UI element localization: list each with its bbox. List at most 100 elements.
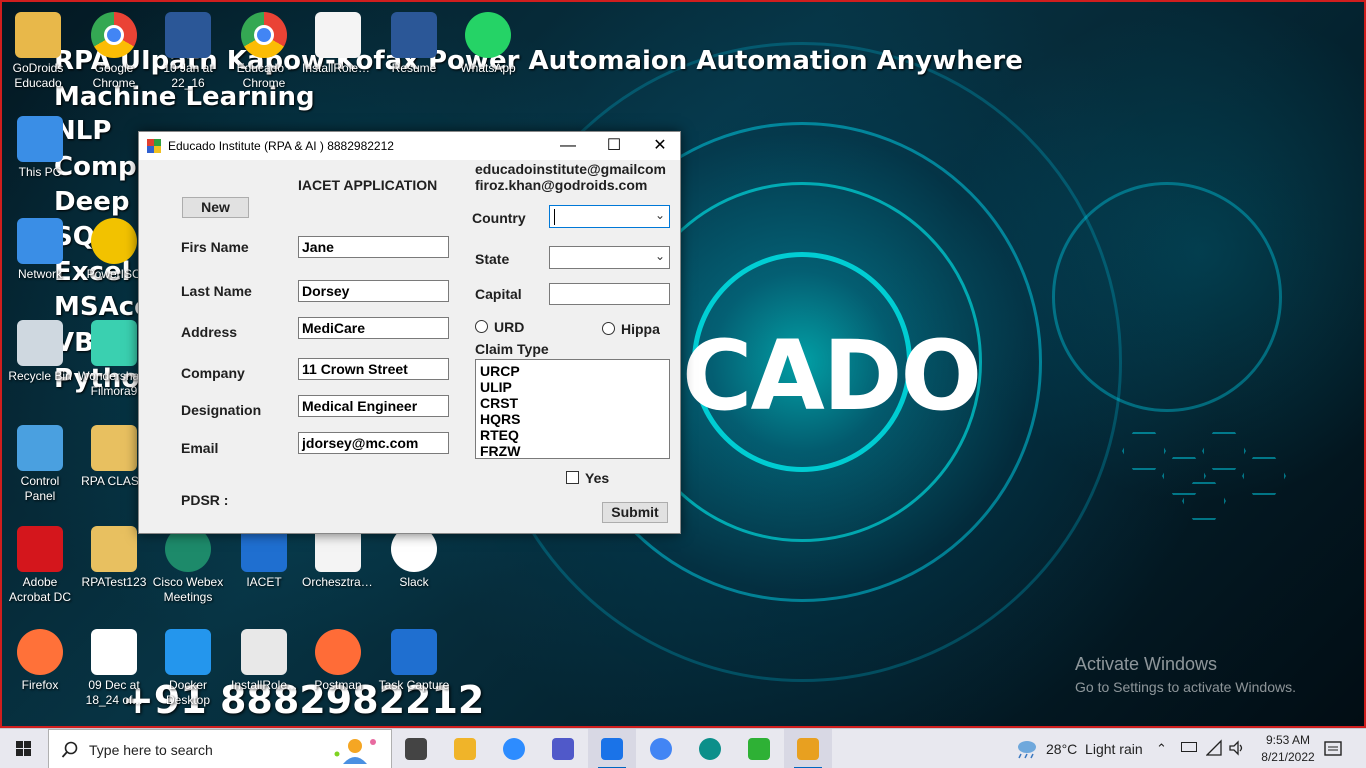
- pdsr-label: PDSR :: [181, 492, 229, 508]
- minimize-button[interactable]: —: [545, 132, 591, 160]
- desktop-icon[interactable]: Adobe Acrobat DC: [4, 526, 76, 605]
- desktop-icon-label: Docker Desktop: [165, 678, 211, 707]
- teams-icon: [552, 738, 574, 760]
- desktop-icon[interactable]: Educado - Chrome: [228, 12, 300, 91]
- form-heading: IACET APPLICATION: [298, 177, 438, 193]
- last-name-label: Last Name: [181, 283, 252, 299]
- clock-time: 9:53 AM: [1265, 733, 1311, 747]
- chrome-icon: [241, 12, 287, 58]
- desktop-icon[interactable]: Cisco Webex Meetings: [152, 526, 224, 605]
- desktop-icon[interactable]: InstallRoles...: [302, 12, 374, 76]
- desktop-icon[interactable]: Google Chrome: [78, 12, 150, 91]
- decor-hex: [1242, 457, 1286, 495]
- desktop-icon[interactable]: Task Capture: [378, 629, 450, 693]
- desktop-icon[interactable]: Slack: [378, 526, 450, 590]
- list-item[interactable]: RTEQ: [480, 427, 665, 443]
- taskbar-app-button[interactable]: [735, 729, 783, 768]
- window-titlebar[interactable]: Educado Institute (RPA & AI ) 8882982212…: [139, 132, 680, 160]
- desktop-icon-label: Resume: [391, 61, 437, 75]
- submit-button[interactable]: Submit: [602, 502, 668, 523]
- list-item[interactable]: ULIP: [480, 379, 665, 395]
- desktop-icon[interactable]: IACET: [228, 526, 300, 590]
- yes-checkbox[interactable]: [566, 471, 579, 484]
- capital-field[interactable]: [549, 283, 670, 305]
- desktop-icon-label: WhatsApp: [460, 61, 516, 75]
- volume-icon[interactable]: [1228, 739, 1246, 757]
- country-dropdown[interactable]: ⌄: [549, 205, 670, 228]
- desktop-icon-label: This PC: [18, 165, 62, 179]
- notifications-icon[interactable]: [1324, 740, 1342, 758]
- wifi-icon[interactable]: [1206, 739, 1222, 757]
- taskbar-app-button[interactable]: [637, 729, 685, 768]
- taskbar-app-button[interactable]: [588, 729, 636, 768]
- taskbar: Type here to search 28°C Light rain ⌃ 9:…: [0, 728, 1366, 768]
- country-label: Country: [472, 210, 526, 226]
- taskbar-app-button[interactable]: [392, 729, 440, 768]
- taskbar-app-button[interactable]: [490, 729, 538, 768]
- battery-icon[interactable]: [1181, 742, 1197, 752]
- desktop-icon[interactable]: Control Panel: [4, 425, 76, 504]
- recycle-bin-icon: [17, 320, 63, 366]
- designation-label: Designation: [181, 402, 262, 418]
- address-label: Address: [181, 324, 238, 340]
- desktop-icon[interactable]: This PC: [4, 116, 76, 180]
- taskbar-app-button[interactable]: [441, 729, 489, 768]
- app-window-icon: [147, 139, 161, 153]
- desktop-icon[interactable]: Network: [4, 218, 76, 282]
- taskbar-app-button[interactable]: [784, 729, 832, 768]
- activate-windows-notice: Activate Windows Go to Settings to activ…: [1075, 654, 1296, 695]
- desktop-icon[interactable]: RPATest123: [78, 526, 150, 590]
- desktop-icon-label: Cisco Webex Meetings: [152, 575, 224, 604]
- desktop-icon[interactable]: Orchesztrat...: [302, 526, 374, 590]
- address-field[interactable]: MediCare: [298, 317, 449, 339]
- desktop-icon[interactable]: Firefox: [4, 629, 76, 693]
- claim-type-listbox[interactable]: URCP ULIP CRST HQRS RTEQ FRZW: [475, 359, 670, 459]
- chevron-down-icon: ⌄: [654, 208, 665, 222]
- urd-label: URD: [494, 319, 525, 335]
- desktop-icon-label: IACET: [246, 575, 282, 589]
- new-button[interactable]: New: [182, 197, 249, 218]
- desktop-icon-label: InstallRole...: [230, 678, 298, 692]
- claim-type-label: Claim Type: [475, 341, 549, 357]
- taskbar-search[interactable]: Type here to search: [48, 729, 392, 768]
- form-app-icon: [797, 738, 819, 760]
- chevron-down-icon: ⌄: [654, 249, 665, 263]
- list-item[interactable]: HQRS: [480, 411, 665, 427]
- close-button[interactable]: ✕: [637, 132, 683, 160]
- maximize-button[interactable]: ☐: [591, 132, 637, 160]
- window-title: Educado Institute (RPA & AI ) 8882982212: [168, 139, 394, 153]
- desktop-icon[interactable]: Recycle Bin: [4, 320, 76, 384]
- hippa-label: Hippa: [621, 321, 660, 337]
- list-item[interactable]: FRZW: [480, 443, 665, 459]
- company-field[interactable]: 11 Crown Street: [298, 358, 449, 380]
- desktop-icon[interactable]: GoDroids Educado: [2, 12, 74, 91]
- designation-field[interactable]: Medical Engineer: [298, 395, 449, 417]
- filmora-icon: [91, 320, 137, 366]
- desktop-icon[interactable]: Resume: [378, 12, 450, 76]
- desktop-icon[interactable]: InstallRole...: [228, 629, 300, 693]
- email-field[interactable]: jdorsey@mc.com: [298, 432, 449, 454]
- desktop-icon-label: 10 Jan at 22_16: [163, 61, 213, 90]
- show-hidden-icons-button[interactable]: ⌃: [1156, 741, 1167, 757]
- taskbar-app-button[interactable]: [686, 729, 734, 768]
- clock-date: 8/21/2022: [1261, 750, 1315, 764]
- word-doc-icon: [391, 12, 437, 58]
- desktop-icon[interactable]: WhatsApp: [452, 12, 524, 76]
- hippa-radio[interactable]: [602, 322, 615, 335]
- list-item[interactable]: CRST: [480, 395, 665, 411]
- desktop-icon-label: Adobe Acrobat DC: [8, 575, 72, 604]
- system-clock[interactable]: 9:53 AM 8/21/2022: [1256, 732, 1320, 766]
- last-name-field[interactable]: Dorsey: [298, 280, 449, 302]
- desktop-icon[interactable]: Docker Desktop: [152, 629, 224, 708]
- list-item[interactable]: URCP: [480, 363, 665, 379]
- whatsapp-icon: [465, 12, 511, 58]
- start-button[interactable]: [0, 729, 48, 768]
- desktop-icon[interactable]: Postman: [302, 629, 374, 693]
- first-name-field[interactable]: Jane: [298, 236, 449, 258]
- desktop-icon[interactable]: 10 Jan at 22_16: [152, 12, 224, 91]
- taskbar-app-button[interactable]: [539, 729, 587, 768]
- acrobat-icon: [17, 526, 63, 572]
- state-dropdown[interactable]: ⌄: [549, 246, 670, 269]
- urd-radio[interactable]: [475, 320, 488, 333]
- desktop-icon[interactable]: 09 Dec at 18_24 of...: [78, 629, 150, 708]
